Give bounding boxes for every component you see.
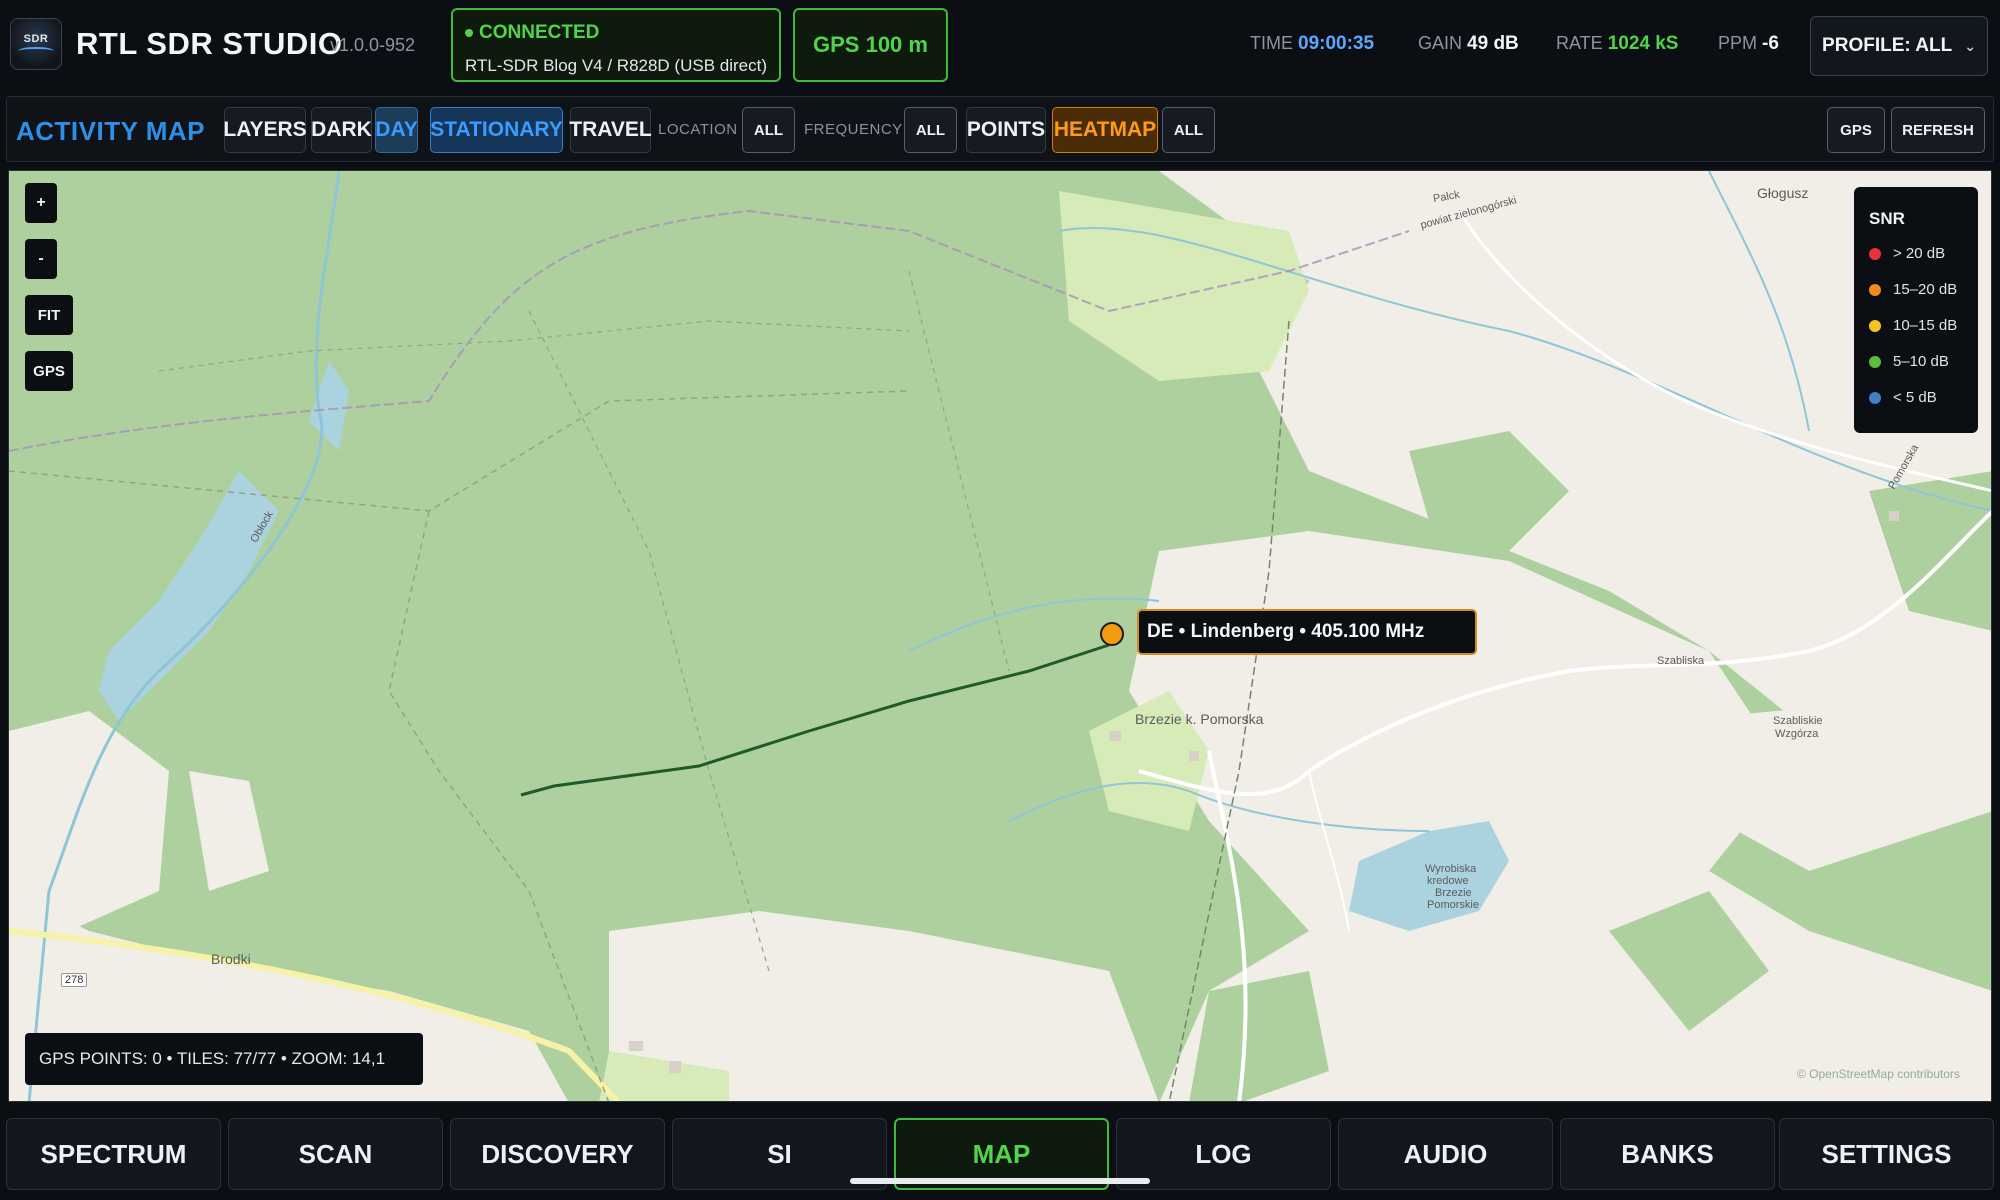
tab-audio[interactable]: AUDIO bbox=[1338, 1118, 1553, 1190]
sdr-logo-icon: SDR bbox=[10, 18, 62, 70]
map-gps-button[interactable]: GPS bbox=[25, 351, 73, 391]
device-name: RTL-SDR Blog V4 / R828D (USB direct) bbox=[465, 56, 768, 75]
app-title: RTL SDR STUDIO bbox=[76, 26, 343, 61]
place-label: Brzezie k. Pomorska bbox=[1135, 711, 1264, 727]
chevron-down-icon: ⌄ bbox=[1964, 37, 1976, 54]
location-label: LOCATION bbox=[658, 121, 738, 138]
map-status-bar: GPS POINTS: 0 • TILES: 77/77 • ZOOM: 14,… bbox=[25, 1033, 423, 1085]
tab-banks[interactable]: BANKS bbox=[1560, 1118, 1775, 1190]
map-tiles bbox=[9, 171, 1991, 1101]
app-version: v1.0.0-952 bbox=[330, 35, 416, 55]
logo-text: SDR bbox=[23, 33, 49, 45]
legend-dot-icon bbox=[1869, 283, 1881, 296]
tab-discovery[interactable]: DISCOVERY bbox=[450, 1118, 665, 1190]
place-label: kredowe bbox=[1427, 875, 1469, 887]
heatmap-all-button[interactable]: ALL bbox=[1162, 107, 1215, 153]
zoom-out-button[interactable]: - bbox=[25, 239, 57, 279]
layers-button[interactable]: LAYERS bbox=[223, 107, 307, 153]
profile-select[interactable]: PROFILE: ALL ⌄ bbox=[1810, 16, 1988, 76]
rate-stat: RATE 1024 kS bbox=[1556, 33, 1679, 54]
bottom-nav: SPECTRUM SCAN DISCOVERY SI MAP LOG AUDIO… bbox=[0, 1110, 2000, 1200]
station-marker[interactable] bbox=[1100, 622, 1124, 646]
place-label: Brodki bbox=[211, 951, 251, 967]
legend-dot-icon bbox=[1869, 319, 1881, 332]
day-button[interactable]: DAY bbox=[375, 107, 418, 153]
gps-button[interactable]: GPS bbox=[1827, 107, 1885, 153]
time-stat: TIME 09:00:35 bbox=[1250, 33, 1375, 54]
fit-button[interactable]: FIT bbox=[25, 295, 73, 335]
gain-stat: GAIN 49 dB bbox=[1418, 33, 1519, 54]
tab-scan[interactable]: SCAN bbox=[228, 1118, 443, 1190]
place-label: Głogusz bbox=[1757, 185, 1809, 201]
travel-button[interactable]: TRAVEL bbox=[569, 107, 652, 153]
refresh-button[interactable]: REFRESH bbox=[1891, 107, 1985, 153]
legend-item: 10–15 dB bbox=[1869, 317, 1957, 334]
legend-title: SNR bbox=[1869, 209, 1905, 228]
snr-legend: SNR > 20 dB 15–20 dB 10–15 dB 5–10 dB < … bbox=[1854, 187, 1978, 433]
page-title: ACTIVITY MAP bbox=[16, 116, 205, 146]
status-dot-icon bbox=[465, 28, 473, 37]
legend-dot-icon bbox=[1869, 247, 1881, 260]
legend-dot-icon bbox=[1869, 355, 1881, 368]
legend-dot-icon bbox=[1869, 391, 1881, 404]
place-label: Pomorskie bbox=[1427, 899, 1479, 911]
connection-status: CONNECTED bbox=[479, 22, 600, 43]
place-label: Wzgórza bbox=[1775, 728, 1819, 740]
activity-map[interactable]: Brzezie k. Pomorska Brodki Szabliska Sza… bbox=[8, 170, 1992, 1102]
profile-label: PROFILE: ALL bbox=[1822, 35, 1953, 56]
frequency-all-button[interactable]: ALL bbox=[904, 107, 957, 153]
gps-accuracy-button[interactable]: GPS 100 m bbox=[793, 8, 948, 82]
place-label: Szabliska bbox=[1657, 655, 1705, 667]
tab-spectrum[interactable]: SPECTRUM bbox=[6, 1118, 221, 1190]
place-label: Szabliskie bbox=[1773, 715, 1823, 727]
location-all-button[interactable]: ALL bbox=[742, 107, 795, 153]
map-toolbar: ACTIVITY MAP LAYERS DARK DAY STATIONARY … bbox=[6, 96, 1994, 162]
legend-item: > 20 dB bbox=[1869, 245, 1945, 262]
zoom-in-button[interactable]: + bbox=[25, 183, 57, 223]
dark-button[interactable]: DARK bbox=[311, 107, 372, 153]
map-attribution[interactable]: © OpenStreetMap contributors bbox=[1797, 1067, 1960, 1081]
ppm-stat: PPM -6 bbox=[1718, 33, 1779, 54]
legend-item: 5–10 dB bbox=[1869, 353, 1949, 370]
legend-item: < 5 dB bbox=[1869, 389, 1937, 406]
heatmap-button[interactable]: HEATMAP bbox=[1052, 107, 1158, 153]
place-label: Wyrobiska bbox=[1425, 863, 1477, 875]
home-indicator bbox=[850, 1178, 1150, 1184]
top-header: SDR RTL SDR STUDIO v1.0.0-952 CONNECTED … bbox=[0, 0, 2000, 92]
tab-settings[interactable]: SETTINGS bbox=[1779, 1118, 1994, 1190]
legend-item: 15–20 dB bbox=[1869, 281, 1957, 298]
road-shield: 278 bbox=[61, 973, 88, 987]
points-button[interactable]: POINTS bbox=[966, 107, 1046, 153]
place-label: Brzezie bbox=[1435, 887, 1472, 899]
station-tooltip: DE • Lindenberg • 405.100 MHz bbox=[1137, 609, 1477, 655]
frequency-label: FREQUENCY bbox=[804, 121, 903, 138]
stationary-button[interactable]: STATIONARY bbox=[430, 107, 563, 153]
connection-status-box[interactable]: CONNECTED RTL-SDR Blog V4 / R828D (USB d… bbox=[451, 8, 781, 82]
